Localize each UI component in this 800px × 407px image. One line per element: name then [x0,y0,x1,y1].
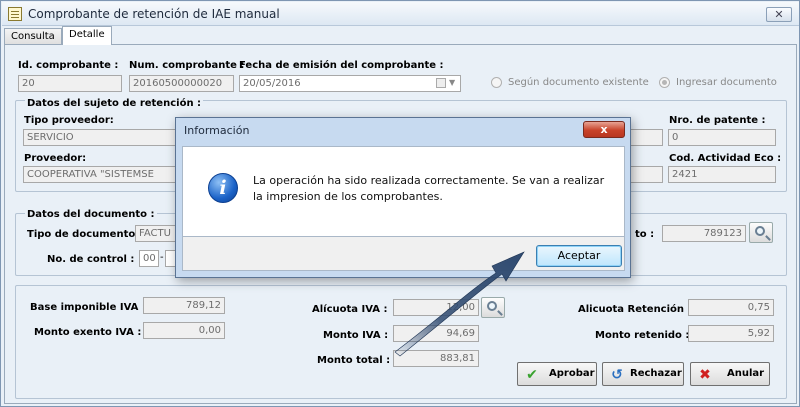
monto-label-partial: to : [635,229,655,240]
proveedor-field[interactable]: COOPERATIVA "SISTEMSE [23,166,193,183]
tipo-proveedor-field[interactable]: SERVICIO [23,129,193,146]
aprobar-button-label: Aprobar [549,368,595,379]
rechazar-button-label: Rechazar [630,368,682,379]
alicuota-iva-field[interactable]: 12,00 [393,299,479,316]
radio-ingresar-documento[interactable] [659,77,670,88]
dialog-close-button[interactable]: x [583,121,625,138]
tab-consulta[interactable]: Consulta [4,28,62,45]
radio-documento-existente[interactable] [491,77,502,88]
app-icon [8,7,22,21]
monto-total-label: Monto total : [317,355,391,366]
monto-iva-field[interactable]: 94,69 [393,325,479,342]
monto-exento-field[interactable]: 0,00 [143,322,225,339]
window-title: Comprobante de retención de IAE manual [28,7,280,21]
num-comprobante-field[interactable]: 20160500000020 [129,75,234,92]
monto-retenido-field[interactable]: 5,92 [688,325,774,342]
sujeto-group-label: Datos del sujeto de retención : [25,98,204,109]
num-comprobante-label: Num. comprobante : [129,60,245,71]
radio-documento-existente-label: Según documento existente [508,77,649,88]
checkmark-icon: ✔ [526,367,538,383]
aceptar-button[interactable]: Aceptar [536,245,622,267]
hidden-field-2[interactable] [627,166,663,183]
dialog-body: i La operación ha sido realizada correct… [182,146,625,237]
id-comprobante-field[interactable]: 20 [18,75,122,92]
monto-retenido-label: Monto retenido : [595,330,690,341]
fecha-emision-label: Fecha de emisión del comprobante : [239,60,444,71]
alicuota-retencion-field[interactable]: 0,75 [688,299,774,316]
chevron-down-icon[interactable]: ▼ [449,76,455,89]
no-control-prefix-field[interactable]: 00 [139,250,159,267]
nro-patente-label: Nro. de patente : [669,115,766,126]
info-dialog: Información x i La operación ha sido rea… [175,117,631,278]
cancel-x-icon: ✖ [699,367,711,383]
title-bar[interactable]: Comprobante de retención de IAE manual ✕ [2,2,799,26]
dialog-footer: Aceptar [182,237,625,271]
base-imponible-field[interactable]: 789,12 [143,297,225,314]
proveedor-label: Proveedor: [24,153,87,164]
nro-patente-field[interactable]: 0 [668,129,776,146]
cod-actividad-label: Cod. Actividad Eco : [669,153,782,164]
alicuota-iva-label: Alícuota IVA : [312,304,388,315]
fecha-emision-value: 20/05/2016 [243,78,301,89]
control-dash: - [160,252,164,263]
tab-strip: Consulta Detalle [2,26,799,45]
monto-exento-label: Monto exento IVA : [34,327,142,338]
fecha-emision-field[interactable]: 20/05/2016 ▼ [239,75,461,92]
calendar-icon[interactable] [436,78,446,88]
aprobar-button[interactable]: ✔ Aprobar [517,362,597,386]
no-control-label: No. de control : [47,254,135,265]
cod-actividad-field[interactable]: 2421 [668,166,776,183]
search-icon [487,301,497,311]
documento-group-label: Datos del documento : [25,209,157,220]
search-icon [755,226,765,236]
window-close-button[interactable]: ✕ [766,7,792,22]
alicuota-search-button[interactable] [481,297,505,318]
radio-ingresar-documento-label: Ingresar documento [676,77,777,88]
id-comprobante-label: Id. comprobante : [18,60,119,71]
tipo-documento-label: Tipo de documento: [27,229,140,240]
base-imponible-label: Base imponible IVA : [30,302,146,313]
documento-monto-field[interactable]: 789123 [662,225,746,242]
rechazar-button[interactable]: ↺ Rechazar [602,362,684,386]
undo-icon: ↺ [611,367,623,383]
tab-detalle[interactable]: Detalle [62,26,112,45]
anular-button[interactable]: ✖ Anular [690,362,770,386]
dialog-message: La operación ha sido realizada correctam… [253,174,605,203]
anular-button-label: Anular [727,368,765,379]
documento-search-button[interactable] [749,222,773,243]
info-icon: i [208,173,238,203]
tipo-proveedor-label: Tipo proveedor: [24,115,114,126]
dialog-title: Información [184,124,250,137]
alicuota-retencion-label: Alicuota Retención : [578,304,692,315]
monto-total-field[interactable]: 883,81 [393,350,479,367]
monto-iva-label: Monto IVA : [323,330,389,341]
hidden-field-1[interactable] [627,129,663,146]
